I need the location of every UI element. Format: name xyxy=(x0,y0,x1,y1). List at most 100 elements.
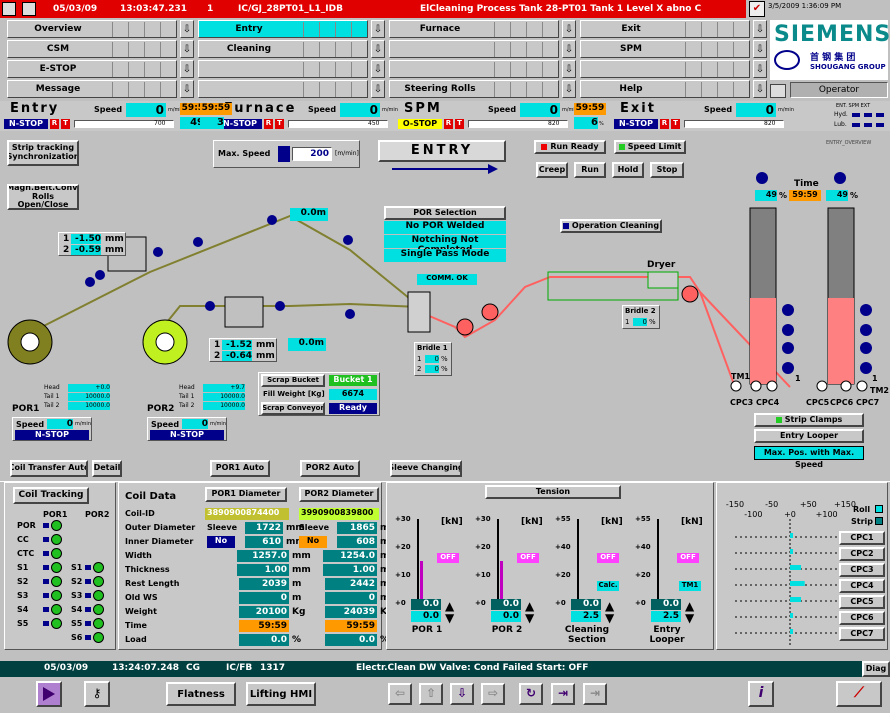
nav-back-icon[interactable]: ⇦ xyxy=(388,683,412,705)
gauge-off-status: OFF xyxy=(677,553,699,563)
section-speed-unit: m/min xyxy=(778,107,794,113)
cpc-button[interactable]: CPC4 xyxy=(839,579,885,593)
refresh-icon[interactable]: ↻ xyxy=(519,683,543,705)
gauge-actual: 0.0 xyxy=(411,599,441,610)
coil-transfer-auto-button[interactable]: Coil Transfer Auto xyxy=(10,460,88,477)
cpc-button[interactable]: CPC1 xyxy=(839,531,885,545)
chevron-down-icon[interactable]: ⇩ xyxy=(371,80,385,98)
cpc-button[interactable]: CPC5 xyxy=(839,595,885,609)
nav-forward-icon[interactable]: ⇨ xyxy=(481,683,505,705)
nav-button-1-2[interactable]: Entry xyxy=(198,20,368,38)
entry-looper-button[interactable]: Entry Looper xyxy=(754,429,864,443)
chevron-down-icon[interactable]: ⇩ xyxy=(562,20,576,38)
updown-arrow-icon[interactable]: ▼ xyxy=(685,611,694,625)
strip-clamps-button[interactable]: Strip Clamps xyxy=(754,413,864,427)
por1-diameter-button[interactable]: POR1 Diameter xyxy=(205,487,287,502)
ack-icon[interactable]: ✔ xyxy=(749,1,765,17)
key-icon[interactable]: ⚷ xyxy=(84,681,110,707)
cpc-button[interactable]: CPC2 xyxy=(839,547,885,561)
nav-button-4-2[interactable] xyxy=(198,80,368,98)
nav-button-1-4[interactable]: Exit xyxy=(580,20,750,38)
chevron-down-icon[interactable]: ⇩ xyxy=(371,60,385,78)
flatness-button[interactable]: Flatness xyxy=(166,682,236,706)
lifting-hmi-button[interactable]: Lifting HMI xyxy=(246,682,316,706)
nav-button-4-1[interactable]: Message xyxy=(7,80,177,98)
nav-button-3-3[interactable] xyxy=(389,60,559,78)
cpc-button[interactable]: CPC3 xyxy=(839,563,885,577)
chevron-down-icon[interactable]: ⇩ xyxy=(180,80,194,98)
print-icon[interactable] xyxy=(22,2,36,16)
nav-button-3-2[interactable] xyxy=(198,60,368,78)
m3-index: 1 xyxy=(214,340,221,350)
window-icon[interactable] xyxy=(2,2,16,16)
chevron-down-icon[interactable]: ⇩ xyxy=(371,40,385,58)
cpc-roll-swatch xyxy=(875,505,883,513)
cpc-button[interactable]: CPC6 xyxy=(839,611,885,625)
lower-length-readout: 0.0m xyxy=(288,338,326,351)
chevron-down-icon[interactable]: ⇩ xyxy=(180,60,194,78)
step-forward-icon[interactable]: ⇥ xyxy=(551,683,575,705)
looper-fill-right xyxy=(828,298,854,384)
play-icon[interactable] xyxy=(36,681,62,707)
nav-button-3-1[interactable]: E-STOP xyxy=(7,60,177,78)
nav-button-2-2[interactable]: Cleaning xyxy=(198,40,368,58)
section-3[interactable]: Exit Speed 0 m/min N-STOP R T 820 xyxy=(614,101,824,130)
info-icon[interactable]: i xyxy=(748,681,774,707)
chevron-down-icon[interactable]: ⇩ xyxy=(753,60,767,78)
section-0[interactable]: EntrySpeed0m/minN-STOPRT70059:5949% xyxy=(4,101,214,130)
chevron-down-icon[interactable]: ⇩ xyxy=(562,40,576,58)
trend-icon[interactable]: ⟋ xyxy=(836,681,882,707)
nav-button-4-4[interactable]: Help xyxy=(580,80,750,98)
nav-label: E-STOP xyxy=(39,64,77,74)
tracking-pointer xyxy=(43,565,49,570)
por1-tail1-label: Tail 1 xyxy=(44,393,60,400)
gauge-actual: 0.0 xyxy=(651,599,681,610)
nav-down-icon[interactable]: ⇩ xyxy=(450,683,474,705)
chevron-down-icon[interactable]: ⇩ xyxy=(562,80,576,98)
nav-button-2-4[interactable]: SPM xyxy=(580,40,750,58)
sleeve-changing-button[interactable]: Sleeve Changing xyxy=(390,460,462,477)
chevron-down-icon[interactable]: ⇩ xyxy=(753,20,767,38)
tracking-por1-row-label: S1 xyxy=(17,563,29,572)
nav-button-2-3[interactable] xyxy=(389,40,559,58)
tension-button[interactable]: Tension xyxy=(485,485,621,499)
updown-arrow-icon[interactable]: ▼ xyxy=(605,611,614,625)
diag-button[interactable]: Diag xyxy=(862,661,890,677)
section-1[interactable]: FurnaceSpeed0m/minN-STOPRT45059:593% xyxy=(200,101,428,130)
operator-field[interactable]: Operator xyxy=(790,82,888,98)
por1-auto-button[interactable]: POR1 Auto xyxy=(210,460,270,477)
updown-arrow-icon[interactable]: ▼ xyxy=(445,611,454,625)
bridle1-row2: 2 xyxy=(417,365,422,373)
updown-arrow-icon[interactable]: ▼ xyxy=(525,611,534,625)
nav-button-1-3[interactable]: Furnace xyxy=(389,20,559,38)
chevron-down-icon[interactable]: ⇩ xyxy=(753,80,767,98)
por2-diameter-button[interactable]: POR2 Diameter xyxy=(299,487,379,502)
step-end-icon[interactable]: ⇥ xyxy=(583,683,607,705)
nav-button-3-4[interactable] xyxy=(580,60,750,78)
chevron-down-icon[interactable]: ⇩ xyxy=(753,40,767,58)
cpc-button[interactable]: CPC7 xyxy=(839,627,885,641)
coil-tracking-button[interactable]: Coil Tracking xyxy=(13,487,89,504)
operation-cleaning-button[interactable]: Operation Cleaning xyxy=(560,219,662,233)
nav-up-icon[interactable]: ⇧ xyxy=(419,683,443,705)
nav-button-1-1[interactable]: Overview xyxy=(7,20,177,38)
nav-button-4-3[interactable]: Steering Rolls xyxy=(389,80,559,98)
chevron-down-icon[interactable]: ⇩ xyxy=(562,60,576,78)
chevron-down-icon[interactable]: ⇩ xyxy=(371,20,385,38)
coil-data-title: Coil Data xyxy=(125,491,177,502)
tracking-pointer xyxy=(43,537,49,542)
printer-icon[interactable] xyxy=(770,84,786,98)
gauge-name: POR 1 xyxy=(411,625,443,635)
chevron-down-icon[interactable]: ⇩ xyxy=(180,40,194,58)
tracking-pointer xyxy=(85,579,91,584)
por1-coil-value: 610 xyxy=(245,536,283,548)
status-number: 1317 xyxy=(260,663,286,673)
detail-button[interactable]: Detail xyxy=(92,460,122,477)
nav-button-2-1[interactable]: CSM xyxy=(7,40,177,58)
section-2[interactable]: SPM Speed 0 m/min O-STOP R T 820 59:59 6% xyxy=(398,101,608,130)
por2-auto-button[interactable]: POR2 Auto xyxy=(300,460,360,477)
tracking-led xyxy=(51,548,62,559)
por-selection-button[interactable]: POR Selection xyxy=(384,206,506,220)
looper-car-right xyxy=(834,172,846,184)
chevron-down-icon[interactable]: ⇩ xyxy=(180,20,194,38)
